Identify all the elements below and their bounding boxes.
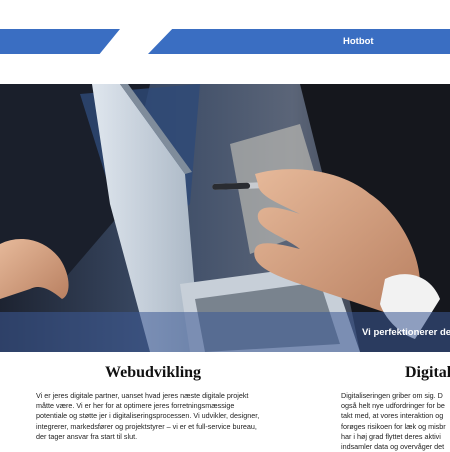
nav-bar <box>148 29 450 54</box>
section-title: Digital <box>405 364 450 381</box>
body-line: takt med, at vores interaktion og <box>341 411 444 421</box>
section-title: Webudvikling <box>105 364 202 381</box>
body-line: måtte være. Vi er her for at optimere je… <box>36 401 235 411</box>
section-digital: Digital Digitaliseringen griber om sig. … <box>341 364 450 452</box>
body-line: Vi er jeres digitale partner, uanset hva… <box>36 391 249 400</box>
hero-banner: Vi perfektionerer der <box>0 84 450 352</box>
body-line: potentiale og støtte jer i digitaliserin… <box>36 411 260 421</box>
nav-link-hotbot[interactable]: Hotbot <box>343 36 374 47</box>
top-navigation: SWEETBOT.DESIGN Hotbot <box>0 0 450 84</box>
body-line: integrerer, markedsfører og projektstyre… <box>36 421 257 431</box>
section-body: Vi er jeres digitale partner, uanset hva… <box>36 391 276 442</box>
body-line: forøges risikoen for læk og misbr <box>341 421 446 431</box>
section-webudvikling: Webudvikling Vi er jeres digitale partne… <box>36 364 276 442</box>
body-line: har i høj grad flyttet deres aktivi <box>341 431 441 441</box>
body-line: Digitaliseringen griber om sig. D <box>341 391 443 400</box>
brand-logo-text[interactable]: SWEETBOT.DESIGN <box>6 6 101 17</box>
body-line: der tager ansvar fra start til slut. <box>36 431 138 441</box>
body-line: også helt nye udfordringer for be <box>341 401 445 411</box>
hero-caption: Vi perfektionerer der <box>362 327 450 338</box>
brand-tab[interactable] <box>0 29 120 54</box>
section-body: Digitaliseringen griber om sig. D også h… <box>341 391 450 452</box>
